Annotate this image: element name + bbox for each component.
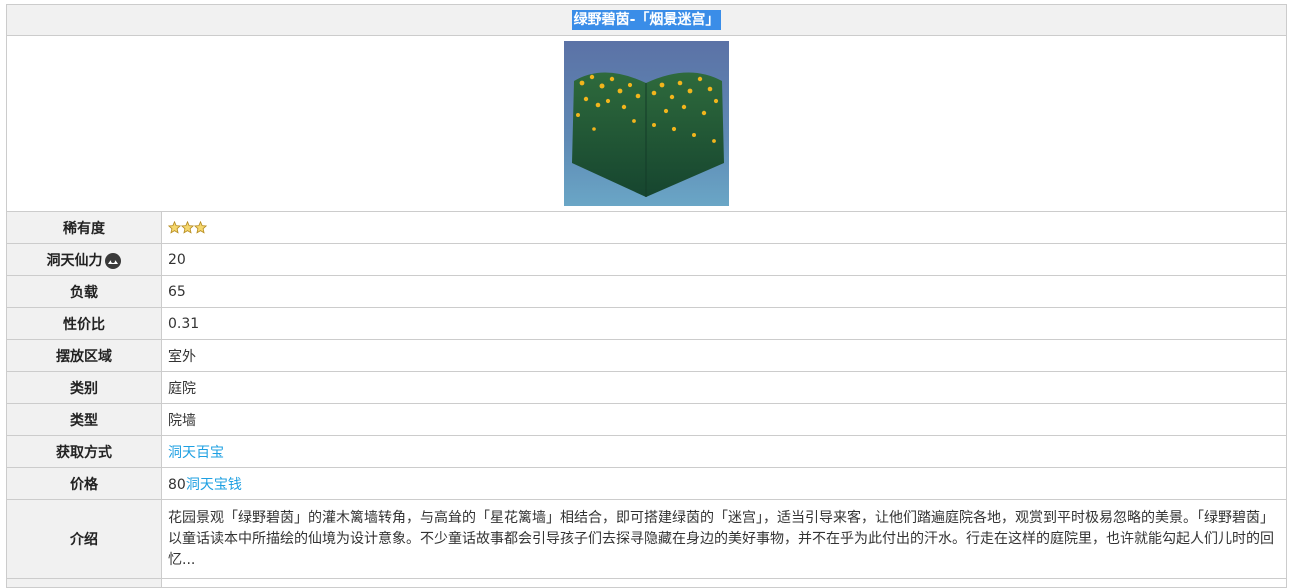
image-row (6, 35, 1287, 212)
row-label: 价格 (6, 467, 162, 500)
title-cell: 绿野碧茵-「烟景迷宫」 (6, 4, 1287, 36)
info-row-introduction: 介绍 花园景观「绿野碧茵」的灌木篱墙转角，与高耸的「星花篱墙」相结合，即可搭建绿… (6, 499, 1287, 579)
row-label: 洞天仙力 (46, 252, 103, 269)
row-label: 获取方式 (6, 435, 162, 468)
row-label: 类别 (6, 371, 162, 404)
star-icon (194, 221, 207, 234)
price-amount: 80 (168, 476, 186, 493)
hedge-maze-wall-corner-image[interactable] (564, 41, 729, 206)
info-row-adeptal-energy: 洞天仙力 20 (6, 243, 1287, 276)
row-label: 摆放区域 (6, 339, 162, 372)
empty-row (6, 578, 1287, 588)
cost-efficiency-value: 0.31 (161, 307, 1287, 340)
row-label-adeptal-energy: 洞天仙力 (6, 243, 162, 276)
empty-value-cell (161, 578, 1287, 588)
adeptal-energy-value: 20 (161, 243, 1287, 276)
rarity-value (161, 211, 1287, 244)
info-row-load: 负载 65 (6, 275, 1287, 308)
adeptal-energy-icon (104, 252, 121, 269)
row-label: 介绍 (6, 499, 162, 579)
load-value: 65 (161, 275, 1287, 308)
row-label: 性价比 (6, 307, 162, 340)
info-row-type: 类型 院墙 (6, 403, 1287, 436)
star-icon (168, 221, 181, 234)
item-title: 绿野碧茵-「烟景迷宫」 (571, 10, 722, 30)
info-row-cost-efficiency: 性价比 0.31 (6, 307, 1287, 340)
image-cell (6, 35, 1287, 212)
info-row-price: 价格 80洞天宝钱 (6, 467, 1287, 500)
category-value: 庭院 (161, 371, 1287, 404)
price-value: 80洞天宝钱 (161, 467, 1287, 500)
rarity-stars (168, 221, 207, 234)
item-info-table: 绿野碧茵-「烟景迷宫」 稀有度 洞天仙力 20 负载 65 性价比 0.31 摆… (6, 4, 1287, 588)
title-row: 绿野碧茵-「烟景迷宫」 (6, 4, 1287, 36)
row-label: 稀有度 (6, 211, 162, 244)
currency-link[interactable]: 洞天宝钱 (186, 477, 242, 493)
info-row-acquisition: 获取方式 洞天百宝 (6, 435, 1287, 468)
acquisition-link[interactable]: 洞天百宝 (168, 445, 224, 461)
info-row-category: 类别 庭院 (6, 371, 1287, 404)
placement-area-value: 室外 (161, 339, 1287, 372)
acquisition-value: 洞天百宝 (161, 435, 1287, 468)
info-row-placement-area: 摆放区域 室外 (6, 339, 1287, 372)
row-label: 类型 (6, 403, 162, 436)
info-row-rarity: 稀有度 (6, 211, 1287, 244)
row-label: 负载 (6, 275, 162, 308)
type-value: 院墙 (161, 403, 1287, 436)
star-icon (181, 221, 194, 234)
introduction-text: 花园景观「绿野碧茵」的灌木篱墙转角，与高耸的「星花篱墙」相结合，即可搭建绿茵的「… (161, 499, 1287, 579)
empty-label-cell (6, 578, 162, 588)
